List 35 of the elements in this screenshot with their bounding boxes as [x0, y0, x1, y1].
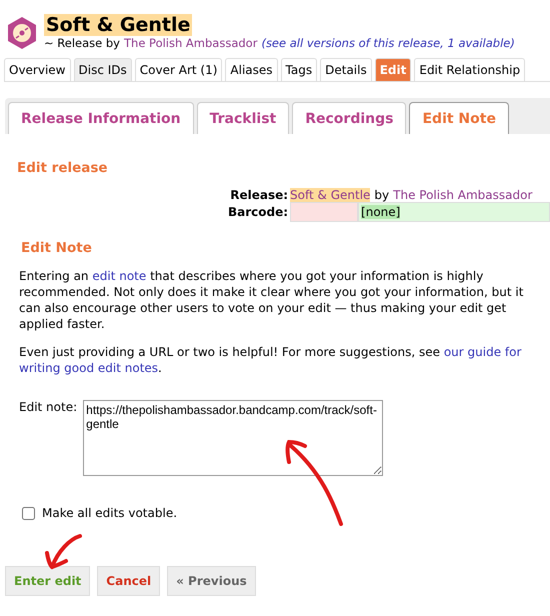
subtitle-text: ~ Release by [44, 36, 120, 50]
paragraph: Entering an edit note that describes where you got your information is highly recommended. Not only does it make it clear where you got your information, but it can also encourage other users to vote on your edit — thus making your edit get applied faster. [19, 268, 524, 332]
previous-button[interactable]: « Previous [167, 566, 256, 596]
edit-note-field[interactable]: https://thepolishambassador.bandcamp.com/track/soft-gentle [83, 400, 384, 476]
versions-link[interactable]: (see all versions of this release, 1 available) [261, 36, 515, 50]
section-heading: Edit Note [21, 240, 93, 256]
nav-tab[interactable]: Overview [4, 58, 70, 81]
section-heading: Edit release [17, 160, 109, 176]
release-link[interactable]: Soft & Gentle [290, 188, 370, 202]
nav-tab[interactable]: Aliases [225, 58, 278, 81]
field-label: Edit note: [19, 400, 78, 416]
artist-link[interactable]: The Polish Ambassador [124, 36, 258, 50]
editor-tab[interactable]: Tracklist [196, 102, 290, 134]
by-text: by [374, 188, 390, 202]
nav-tab[interactable]: Disc IDs [74, 58, 132, 81]
guide-link[interactable]: our guide for [444, 345, 522, 359]
editor-tab[interactable]: Release Information [8, 102, 194, 134]
cancel-button[interactable]: Cancel [97, 566, 160, 596]
new-value: [none] [361, 205, 400, 219]
paragraph: Even just providing a URL or two is helpful! For more suggestions, see our guide for writing good edit notes. [19, 344, 522, 376]
nav-tab[interactable]: Details [320, 58, 372, 81]
guide-link[interactable]: writing good edit notes [19, 361, 158, 375]
votable-checkbox[interactable] [22, 506, 35, 520]
release-title: Soft & Gentle [44, 14, 192, 36]
arrow-icon [44, 533, 84, 571]
checkbox-label: Make all edits votable. [42, 506, 178, 520]
field-label: Barcode: [228, 205, 290, 219]
editor-tab[interactable]: Recordings [292, 102, 406, 134]
field-label: Release: [229, 188, 290, 202]
edit-note-link[interactable]: edit note [92, 269, 146, 283]
artist-link[interactable]: The Polish Ambassador [393, 188, 532, 202]
nav-tab[interactable]: Cover Art (1) [134, 58, 222, 81]
nav-tab[interactable]: Edit Relationship [414, 58, 526, 81]
release-icon [6, 16, 38, 50]
nav-tab[interactable]: Tags [280, 58, 318, 81]
